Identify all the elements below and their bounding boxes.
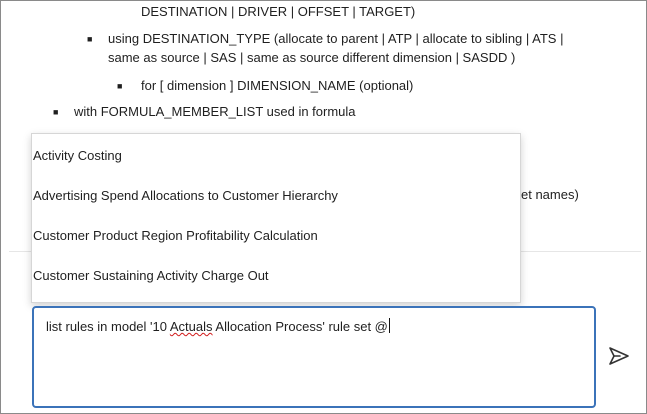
input-text-part: Allocation Process' rule set @ [212, 319, 388, 334]
suggestion-item[interactable]: Customer Sustaining Activity Charge Out [32, 256, 521, 296]
message-input[interactable]: list rules in model '10 Actuals Allocati… [32, 306, 596, 408]
syntax-line: DESTINATION | DRIVER | OFFSET | TARGET) [141, 4, 416, 19]
syntax-line: for [ dimension ] DIMENSION_NAME (option… [141, 78, 414, 93]
bullet-icon: ■ [117, 81, 123, 91]
syntax-line: with FORMULA_MEMBER_LIST used in formula [74, 104, 356, 119]
syntax-line-partial: et names) [521, 187, 579, 202]
syntax-line: same as source | SAS | same as source di… [108, 50, 516, 65]
send-icon [609, 347, 629, 365]
syntax-line: using DESTINATION_TYPE (allocate to pare… [108, 31, 564, 46]
text-caret [388, 318, 390, 333]
rule-set-suggestion-list: Activity Costing Advertising Spend Alloc… [31, 133, 521, 303]
suggestion-item[interactable]: Activity Costing [32, 136, 521, 176]
suggestion-item[interactable]: Advertising Spend Allocations to Custome… [32, 176, 521, 216]
bullet-icon: ■ [87, 34, 93, 44]
bullet-icon: ■ [53, 107, 59, 117]
input-text-part: list rules in model '10 [46, 319, 170, 334]
send-button[interactable] [607, 344, 631, 368]
misspelled-word: Actuals [169, 319, 213, 334]
message-input-text: list rules in model '10 Actuals Allocati… [46, 318, 390, 336]
chat-window: DESTINATION | DRIVER | OFFSET | TARGET) … [0, 0, 647, 414]
suggestion-item[interactable]: Customer Product Region Profitability Ca… [32, 216, 521, 256]
